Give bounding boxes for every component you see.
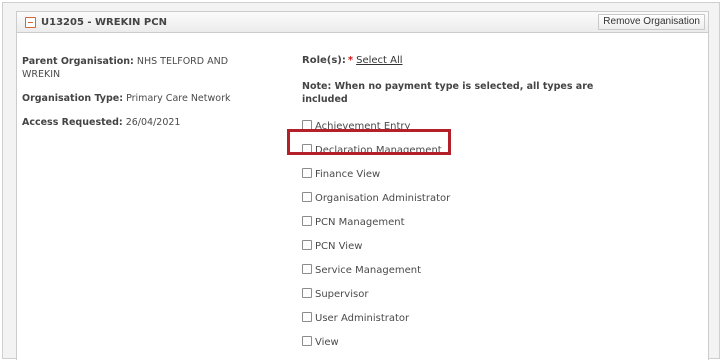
checkbox[interactable] [302, 216, 312, 226]
parent-organisation-field: Parent Organisation: NHS TELFORD AND WRE… [22, 55, 254, 81]
role-label: Finance View [315, 169, 381, 180]
checkbox[interactable] [302, 312, 312, 322]
screenshot-frame: U13205 - WREKIN PCN Remove Organisation … [2, 2, 720, 360]
role-item-finance-view[interactable]: Finance View [302, 168, 380, 181]
role-label: PCN Management [315, 217, 405, 228]
organisation-panel: U13205 - WREKIN PCN Remove Organisation … [16, 11, 709, 360]
role-item-view[interactable]: View [302, 336, 339, 349]
role-label: View [315, 337, 339, 348]
required-marker: * [347, 55, 354, 66]
role-item-pcn-view[interactable]: PCN View [302, 240, 362, 253]
declaration-management-highlight-box [287, 129, 451, 155]
checkbox[interactable] [302, 240, 312, 250]
role-item-service-management[interactable]: Service Management [302, 264, 421, 277]
select-all-link[interactable]: Select All [356, 55, 402, 66]
organisation-type-label: Organisation Type: [22, 93, 124, 104]
role-label: Supervisor [315, 289, 369, 300]
role-label: Service Management [315, 265, 422, 276]
organisation-type-value: Primary Care Network [126, 93, 231, 104]
parent-organisation-label: Parent Organisation: [22, 56, 134, 67]
role-label: Organisation Administrator [315, 193, 451, 204]
organisation-type-field: Organisation Type: Primary Care Network [22, 92, 254, 105]
checkbox[interactable] [302, 168, 312, 178]
checkbox[interactable] [302, 192, 312, 202]
checkbox[interactable] [302, 288, 312, 298]
role-label: User Administrator [315, 313, 410, 324]
role-item-user-administrator[interactable]: User Administrator [302, 312, 409, 325]
role-label: PCN View [315, 241, 363, 252]
remove-organisation-button[interactable]: Remove Organisation [598, 14, 705, 30]
access-requested-field: Access Requested: 26/04/2021 [22, 116, 254, 129]
collapse-icon[interactable] [25, 17, 36, 28]
checkbox[interactable] [302, 264, 312, 274]
access-requested-value: 26/04/2021 [125, 117, 181, 128]
roles-label: Role(s): [302, 55, 346, 66]
roles-header: Role(s): * Select All [302, 55, 403, 66]
organisation-panel-header: U13205 - WREKIN PCN Remove Organisation [17, 12, 708, 33]
checkbox[interactable] [302, 336, 312, 346]
access-requested-label: Access Requested: [22, 117, 123, 128]
role-item-organisation-administrator[interactable]: Organisation Administrator [302, 192, 450, 205]
role-item-supervisor[interactable]: Supervisor [302, 288, 368, 301]
role-item-pcn-management[interactable]: PCN Management [302, 216, 405, 229]
payment-type-note: Note: When no payment type is selected, … [302, 81, 594, 105]
organisation-title: U13205 - WREKIN PCN [41, 17, 167, 28]
